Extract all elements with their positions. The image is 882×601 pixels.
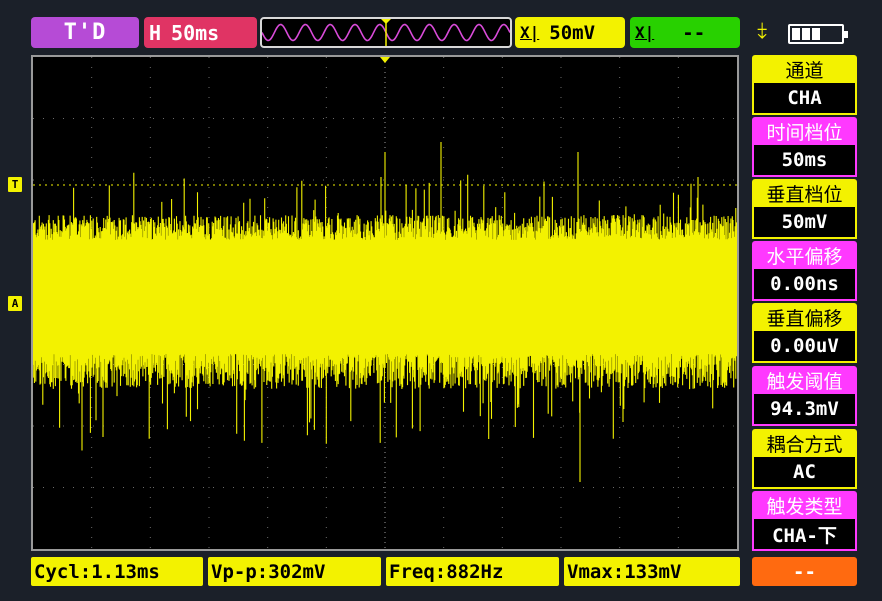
menu-label-coupling: 耦合方式 xyxy=(752,429,857,457)
menu-label-channel: 通道 xyxy=(752,55,857,83)
menu-label-trigger-level: 触发阈值 xyxy=(752,366,857,394)
timebase-prefix: H xyxy=(149,20,162,45)
menu-label-vertical-offset: 垂直偏移 xyxy=(752,303,857,331)
overview-wave-icon xyxy=(262,19,510,46)
channel-a-coupling-icon: X| xyxy=(520,23,540,42)
trigger-edge-icon: ⤈ xyxy=(757,18,767,43)
menu-value-channel: CHA xyxy=(752,83,857,115)
channel-a-offset-marker[interactable]: A xyxy=(8,296,22,311)
menu-item-vertical-offset[interactable]: 垂直偏移 0.00uV xyxy=(752,303,857,363)
menu-value-trigger-level: 94.3mV xyxy=(752,394,857,426)
menu-item-trigger-level[interactable]: 触发阈值 94.3mV xyxy=(752,366,857,426)
menu-label-timebase: 时间档位 xyxy=(752,117,857,145)
menu-item-channel[interactable]: 通道 CHA xyxy=(752,55,857,115)
trigger-level-marker[interactable]: T xyxy=(8,177,22,192)
menu-value-vertical-offset: 0.00uV xyxy=(752,331,857,363)
menu-value-horizontal-offset: 0.00ns xyxy=(752,269,857,301)
trigger-position-marker xyxy=(380,57,390,63)
waveform-plot xyxy=(32,57,738,549)
mode-label: T'D xyxy=(63,20,107,45)
measurement-cycle[interactable]: Cycl:1.13ms xyxy=(31,557,203,586)
menu-label-trigger-type: 触发类型 xyxy=(752,491,857,519)
channel-a-indicator[interactable]: X| 50mV xyxy=(515,17,625,48)
channel-b-scale: -- xyxy=(682,21,706,44)
measurement-vmax[interactable]: Vmax:133mV xyxy=(564,557,740,586)
menu-label-vertical-scale: 垂直档位 xyxy=(752,179,857,207)
channel-b-coupling-icon: X| xyxy=(635,23,655,42)
timebase-value: 50ms xyxy=(171,20,220,45)
channel-b-indicator[interactable]: X| -- xyxy=(630,17,740,48)
menu-value-timebase: 50ms xyxy=(752,145,857,177)
mode-indicator[interactable]: T'D xyxy=(31,17,139,48)
soft-key-button[interactable]: -- xyxy=(752,557,857,586)
channel-a-trace-core xyxy=(33,257,737,347)
menu-value-coupling: AC xyxy=(752,457,857,489)
measurement-frequency[interactable]: Freq:882Hz xyxy=(386,557,559,586)
menu-item-horizontal-offset[interactable]: 水平偏移 0.00ns xyxy=(752,241,857,301)
timebase-indicator[interactable]: H 50ms xyxy=(144,17,257,48)
channel-a-scale: 50mV xyxy=(549,21,596,44)
measurement-vpp[interactable]: Vp-p:302mV xyxy=(208,557,381,586)
menu-item-coupling[interactable]: 耦合方式 AC xyxy=(752,429,857,489)
waveform-overview[interactable] xyxy=(260,17,512,48)
menu-value-vertical-scale: 50mV xyxy=(752,207,857,239)
menu-item-vertical-scale[interactable]: 垂直档位 50mV xyxy=(752,179,857,239)
battery-icon xyxy=(788,24,848,44)
menu-label-horizontal-offset: 水平偏移 xyxy=(752,241,857,269)
menu-item-trigger-type[interactable]: 触发类型 CHA-下 xyxy=(752,491,857,551)
waveform-display[interactable] xyxy=(31,55,739,551)
menu-item-timebase[interactable]: 时间档位 50ms xyxy=(752,117,857,177)
menu-value-trigger-type: CHA-下 xyxy=(752,519,857,551)
